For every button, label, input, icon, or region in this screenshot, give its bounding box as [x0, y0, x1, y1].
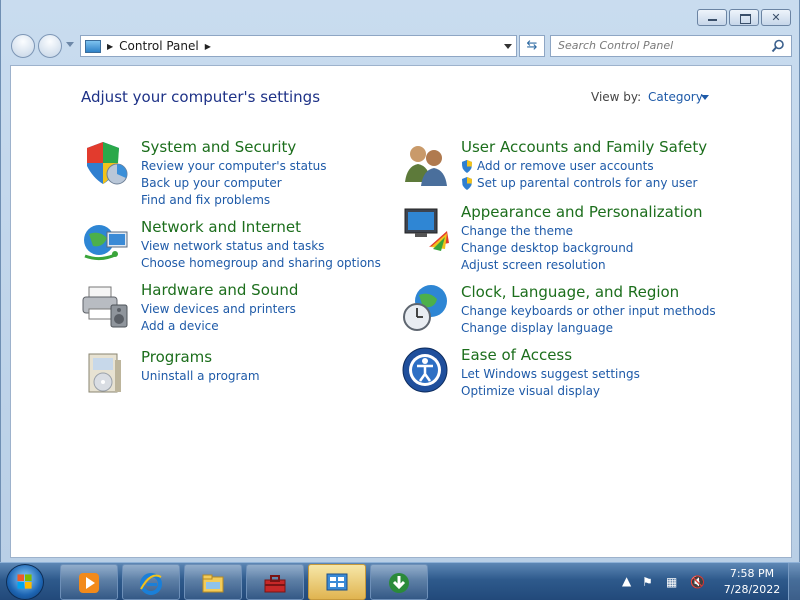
folder-icon [202, 574, 224, 593]
address-bar[interactable]: ▶ Control Panel ▶ [80, 35, 517, 57]
download-manager-icon [389, 573, 409, 593]
search-input[interactable]: Search Control Panel [550, 35, 792, 57]
page-title: Adjust your computer's settings [81, 88, 321, 106]
toolbox-icon [264, 575, 286, 593]
search-icon[interactable] [771, 39, 785, 53]
media-player-icon [79, 573, 99, 593]
taskbar-control-panel[interactable] [308, 564, 366, 600]
control-panel-icon [326, 573, 348, 591]
internet-explorer-icon [140, 573, 162, 595]
link-optimize-display[interactable]: Optimize visual display [461, 383, 640, 400]
link-label[interactable]: Set up parental controls for any user [477, 175, 697, 192]
maximize-button[interactable] [729, 9, 759, 26]
chevron-down-icon[interactable] [701, 95, 709, 100]
clock-time: 7:58 PM [729, 567, 775, 580]
address-dropdown-icon[interactable] [504, 44, 512, 49]
programs-box-icon [88, 353, 121, 393]
view-by-label: View by: [591, 90, 642, 104]
forward-button[interactable] [38, 34, 62, 58]
category-title[interactable]: Programs [141, 348, 212, 366]
view-by-dropdown[interactable]: Category [648, 90, 703, 104]
monitor-palette-icon [404, 208, 449, 251]
users-icon [405, 146, 447, 186]
network-icon[interactable]: ▦ [666, 575, 677, 589]
uac-shield-icon [462, 177, 472, 190]
link-desktop-background[interactable]: Change desktop background [461, 240, 633, 257]
taskbar-media-player[interactable] [60, 564, 118, 600]
control-panel-window: ✕ ▶ Control Panel ▶ ⇆ Search Control Pan… [0, 0, 800, 562]
link-parental-controls[interactable]: Set up parental controls for any user [461, 175, 697, 192]
shield-icon [87, 142, 128, 185]
ease-of-access-icon [402, 347, 448, 393]
action-center-flag-icon[interactable]: ⚑ [642, 575, 653, 589]
start-button[interactable] [6, 564, 44, 600]
network-globe-icon [84, 225, 128, 261]
link-review-status[interactable]: Review your computer's status [141, 158, 327, 175]
printer-speaker-icon [82, 286, 128, 328]
link-display-language[interactable]: Change display language [461, 320, 716, 337]
link-back-up[interactable]: Back up your computer [141, 175, 327, 192]
link-keyboards[interactable]: Change keyboards or other input methods [461, 303, 716, 320]
category-title[interactable]: Appearance and Personalization [461, 203, 703, 221]
windows-logo-icon [17, 574, 32, 589]
link-suggest-settings[interactable]: Let Windows suggest settings [461, 366, 640, 383]
category-title[interactable]: System and Security [141, 138, 296, 156]
link-homegroup[interactable]: Choose homegroup and sharing options [141, 255, 381, 272]
control-panel-icon [85, 39, 101, 53]
caption-buttons: ✕ [697, 9, 791, 26]
link-find-fix[interactable]: Find and fix problems [141, 192, 327, 209]
breadcrumb-arrow-icon[interactable]: ▶ [205, 42, 211, 51]
category-title[interactable]: Network and Internet [141, 218, 301, 236]
taskbar: ▲ ⚑ ▦ 🔇 7:58 PM 7/28/2022 [0, 562, 800, 600]
category-title[interactable]: Ease of Access [461, 346, 572, 364]
link-network-status[interactable]: View network status and tasks [141, 238, 381, 255]
volume-muted-icon[interactable]: 🔇 [690, 575, 705, 589]
content-area: Adjust your computer's settings View by:… [10, 65, 792, 558]
link-change-theme[interactable]: Change the theme [461, 223, 633, 240]
recent-pages-dropdown[interactable] [66, 42, 74, 47]
link-label[interactable]: Add or remove user accounts [477, 158, 654, 175]
link-screen-resolution[interactable]: Adjust screen resolution [461, 257, 633, 274]
search-placeholder: Search Control Panel [558, 39, 674, 52]
category-title[interactable]: Clock, Language, and Region [461, 283, 679, 301]
breadcrumb-control-panel[interactable]: Control Panel [119, 39, 199, 53]
category-title[interactable]: User Accounts and Family Safety [461, 138, 707, 156]
taskbar-explorer[interactable] [184, 564, 242, 600]
link-uninstall[interactable]: Uninstall a program [141, 368, 260, 385]
uac-shield-icon [462, 160, 472, 173]
show-hidden-icons-icon[interactable]: ▲ [622, 574, 631, 588]
navigation-bar: ▶ Control Panel ▶ ⇆ Search Control Panel [1, 30, 800, 64]
system-tray: ▲ ⚑ ▦ 🔇 [618, 563, 728, 600]
clock-globe-icon [403, 285, 447, 331]
taskbar-download-manager[interactable] [370, 564, 428, 600]
breadcrumb-arrow-icon[interactable]: ▶ [107, 42, 113, 51]
back-button[interactable] [11, 34, 35, 58]
taskbar-clock[interactable]: 7:58 PM 7/28/2022 [716, 566, 788, 598]
link-add-remove-users[interactable]: Add or remove user accounts [461, 158, 697, 175]
close-button[interactable]: ✕ [761, 9, 791, 26]
show-desktop-button[interactable] [788, 563, 800, 600]
taskbar-internet-explorer[interactable] [122, 564, 180, 600]
link-add-device[interactable]: Add a device [141, 318, 296, 335]
clock-date: 7/28/2022 [723, 583, 781, 596]
refresh-button[interactable]: ⇆ [519, 35, 545, 57]
link-devices-printers[interactable]: View devices and printers [141, 301, 296, 318]
category-title[interactable]: Hardware and Sound [141, 281, 298, 299]
minimize-button[interactable] [697, 9, 727, 26]
taskbar-toolbox-app[interactable] [246, 564, 304, 600]
